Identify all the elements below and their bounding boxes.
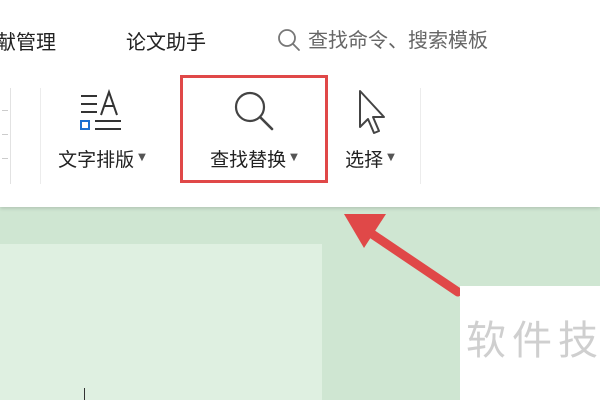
search-input[interactable] bbox=[302, 28, 538, 52]
chevron-down-icon[interactable]: ▼ bbox=[138, 152, 146, 163]
watermark: 软件技 bbox=[460, 286, 600, 400]
command-search[interactable] bbox=[276, 24, 538, 56]
text-cursor bbox=[84, 388, 85, 400]
highlight-box bbox=[180, 75, 328, 183]
watermark-text: 软件技 bbox=[466, 318, 600, 364]
group-divider bbox=[420, 88, 421, 184]
cursor-arrow-icon bbox=[359, 90, 385, 134]
search-icon bbox=[278, 29, 300, 51]
select-label: 选择 bbox=[345, 149, 384, 171]
text-layout-icon bbox=[80, 89, 121, 130]
select-button[interactable]: 选择 ▼ bbox=[334, 86, 406, 186]
left-group-edge bbox=[0, 88, 11, 184]
red-arrow-icon bbox=[344, 214, 463, 297]
group-divider bbox=[40, 88, 41, 184]
text-layout-label: 文字排版 bbox=[58, 149, 135, 171]
document-page[interactable] bbox=[0, 244, 322, 400]
tab-paper-assistant[interactable]: 论文助手 bbox=[126, 26, 206, 55]
tab-reference-management[interactable]: 献管理 bbox=[0, 26, 56, 55]
ribbon: 献管理 论文助手 文字排版▼ bbox=[0, 0, 600, 207]
chevron-down-icon[interactable]: ▼ bbox=[387, 152, 395, 163]
text-layout-button[interactable]: 文字排版 ▼ bbox=[44, 86, 160, 186]
